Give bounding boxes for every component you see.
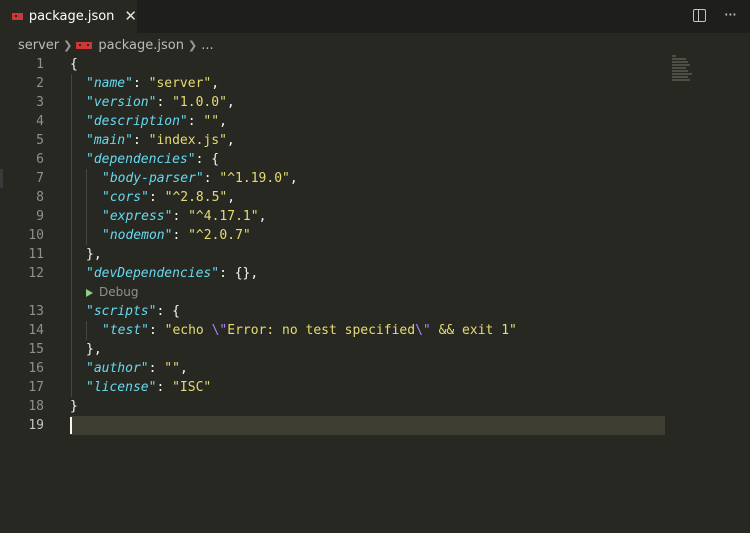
- code-line: 17 "license": "ISC": [28, 378, 212, 397]
- more-actions-icon[interactable]: ···: [724, 7, 737, 23]
- editor-actions: ···: [692, 7, 737, 23]
- chevron-right-icon: ❯: [187, 38, 198, 52]
- code-line: 5 "main": "index.js",: [36, 131, 235, 150]
- breadcrumb: server ❯ package.json ❯ ...: [18, 36, 214, 54]
- tab-label: package.json: [28, 9, 115, 24]
- code-line: 6 "dependencies": {: [36, 150, 220, 169]
- code-line: 14 "test": "echo \"Error: no test specifi…: [28, 321, 517, 340]
- breadcrumb-folder[interactable]: server: [18, 38, 59, 53]
- code-line: 8 "cors": "^2.8.5",: [36, 188, 236, 207]
- tab-package-json[interactable]: package.json ✕: [0, 0, 137, 33]
- code-line: 3 "version": "1.0.0",: [36, 93, 235, 112]
- code-line: 15},: [28, 340, 102, 359]
- code-line: 13 "scripts": {: [28, 302, 180, 321]
- code-line: 10 "nodemon": "^2.0.7": [28, 226, 251, 245]
- code-line: 9 "express": "^4.17.1",: [36, 207, 267, 226]
- split-editor-icon[interactable]: [692, 8, 706, 22]
- npm-icon: [76, 41, 93, 49]
- code-line: 4 "description": "",: [36, 112, 227, 131]
- debug-label: Debug: [99, 285, 139, 299]
- editor[interactable]: 1{ 2 "name": "server", 3 "version": "1.0.0…: [0, 55, 750, 533]
- code-line: 7 "body-parser": "^1.19.0",: [36, 169, 298, 188]
- code-line: 19: [28, 418, 44, 433]
- debug-codelens[interactable]: Debug: [86, 283, 138, 302]
- code-line: 11},: [28, 245, 102, 264]
- breadcrumb-more[interactable]: ...: [201, 38, 213, 53]
- codelens-row: Debug: [0, 283, 680, 302]
- code-line: 1{: [36, 57, 78, 72]
- npm-icon: [12, 13, 25, 20]
- code-line: 2 "name": "server",: [36, 74, 220, 93]
- play-icon: [86, 288, 93, 297]
- code-area[interactable]: 1{ 2 "name": "server", 3 "version": "1.0.0…: [0, 55, 680, 435]
- breadcrumb-file[interactable]: package.json: [98, 38, 184, 53]
- code-line: 16 "author": "",: [28, 359, 188, 378]
- tab-bar: package.json ✕ ···: [0, 0, 750, 33]
- code-line: 12 "devDependencies": {},: [28, 264, 259, 283]
- chevron-right-icon: ❯: [63, 38, 73, 52]
- code-line: 18}: [28, 399, 78, 414]
- close-icon[interactable]: ✕: [124, 9, 137, 24]
